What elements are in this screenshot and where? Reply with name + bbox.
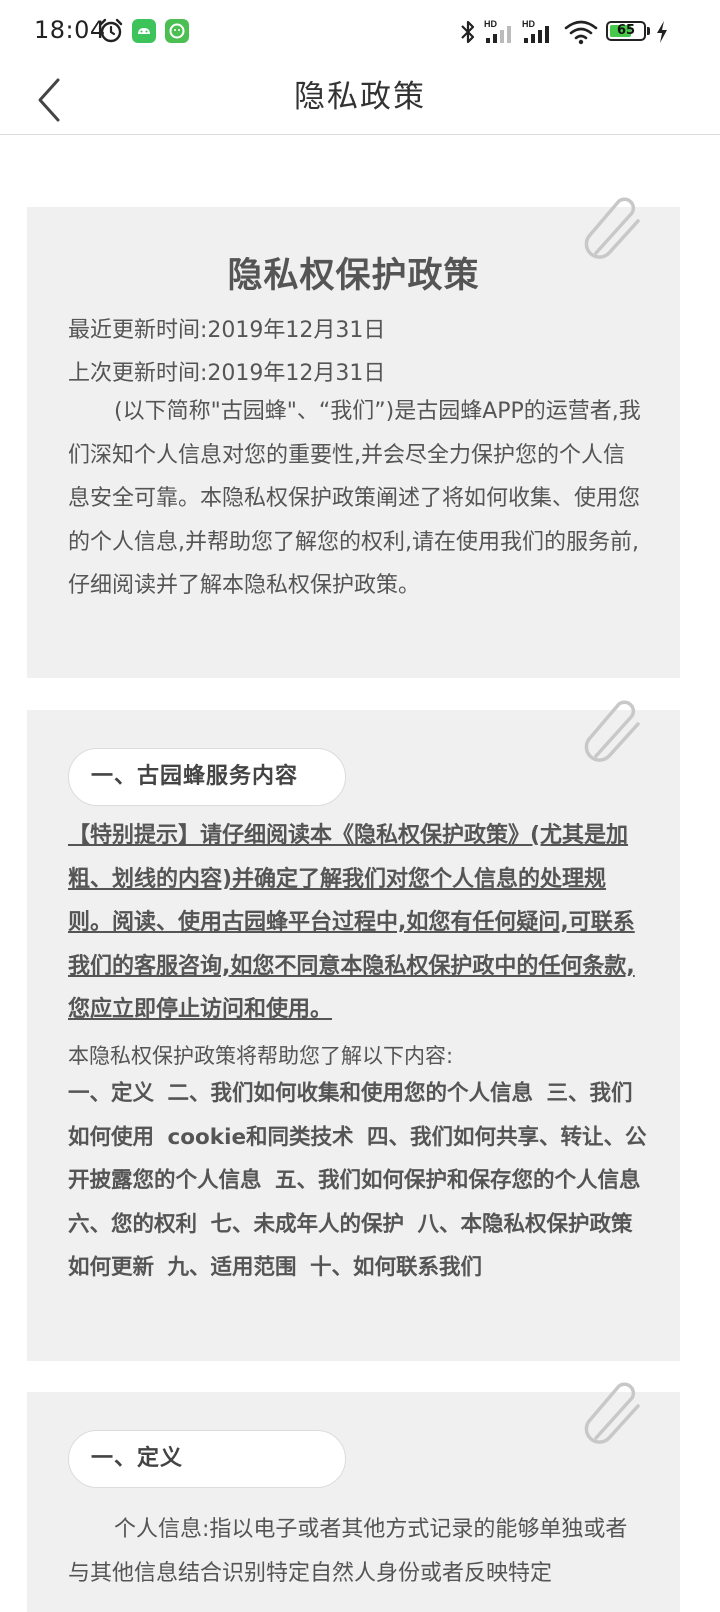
robot-app-icon [165, 19, 189, 43]
definition-paragraph: 个人信息:指以电子或者其他方式记录的能够单独或者与其他信息结合识别特定自然人身份… [68, 1517, 628, 1586]
section-heading-definition: 一、定义 [68, 1430, 346, 1488]
policy-header-card: 隐私权保护政策 最近更新时间:2019年12月31日 上次更新时间:2019年1… [27, 197, 680, 678]
updated-last-date: 上次更新时间:2019年12月31日 [68, 361, 386, 386]
battery-icon: 65 [606, 21, 646, 41]
hd-signal-icon: HD [522, 19, 549, 43]
battery-tip [647, 27, 650, 35]
battery-level-text: 65 [616, 23, 636, 38]
document-title: 隐私权保护政策 [227, 256, 480, 296]
page-title: 隐私政策 [294, 79, 426, 115]
status-time: 18:04 [34, 16, 106, 44]
paperclip-icon [584, 700, 640, 762]
toc-intro: 本隐私权保护政策将帮助您了解以下内容: [68, 1044, 454, 1068]
alarm-icon [99, 18, 123, 43]
paperclip-icon [584, 1382, 640, 1444]
table-of-contents: 一、定义 二、我们如何收集和使用您的个人信息 三、我们如何使用 cookie和同… [68, 1081, 647, 1280]
updated-recent-date: 最近更新时间:2019年12月31日 [68, 318, 386, 343]
bluetooth-icon [461, 20, 475, 44]
special-notice: 【特别提示】请仔细阅读本《隐私权保护政策》(尤其是加粗、划线的内容)并确定了解我… [68, 823, 635, 1022]
svg-text:HD: HD [484, 19, 497, 29]
definition-card: 一、定义 个人信息:指以电子或者其他方式记录的能够单独或者与其他信息结合识别特定… [27, 1382, 680, 1612]
hd-signal-icon: HD [484, 19, 511, 43]
android-app-icon [132, 19, 156, 43]
svg-text:HD: HD [522, 19, 535, 29]
service-content-card: 一、古园蜂服务内容 【特别提示】请仔细阅读本《隐私权保护政策》(尤其是加粗、划线… [27, 700, 680, 1361]
header-bar: 隐私政策 [0, 62, 720, 135]
wifi-icon [564, 20, 598, 45]
intro-paragraph: (以下简称"古园蜂"、“我们”)是古园蜂APP的运营者,我们深知个人信息对您的重… [68, 399, 641, 598]
status-bar: 18:04 HD HD 65 [0, 0, 720, 62]
charging-icon [657, 21, 667, 43]
section-heading-service: 一、古园蜂服务内容 [68, 748, 346, 806]
